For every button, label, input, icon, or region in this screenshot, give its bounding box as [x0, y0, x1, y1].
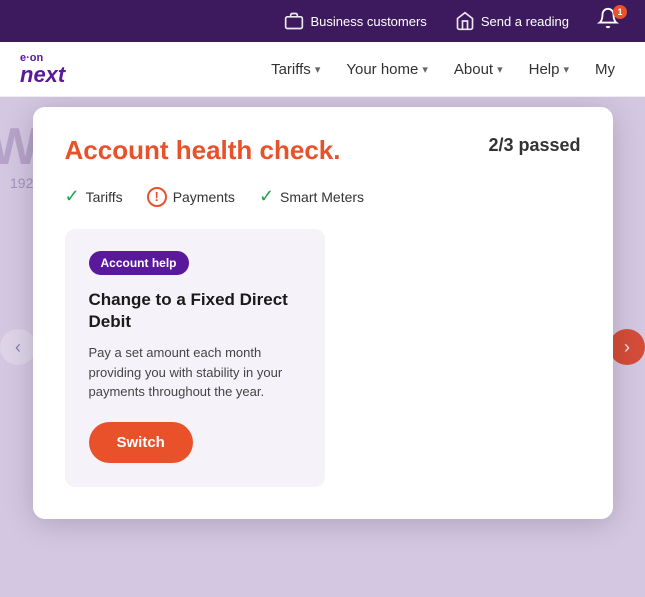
chevron-down-icon: ▾	[422, 63, 428, 76]
check-tariffs: ✓ Tariffs	[65, 186, 123, 207]
modal-header: Account health check. 2/3 passed	[65, 135, 581, 166]
briefcase-icon	[284, 11, 304, 31]
main-nav: e·on next Tariffs ▾ Your home ▾ About ▾ …	[0, 42, 645, 97]
send-reading-label: Send a reading	[481, 14, 569, 29]
card-tag: Account help	[89, 251, 189, 275]
check-payments-label: Payments	[173, 189, 235, 205]
check-smart-meters: ✓ Smart Meters	[259, 186, 364, 207]
business-customers-link[interactable]: Business customers	[284, 11, 426, 31]
logo-next: next	[20, 64, 65, 86]
modal-title: Account health check.	[65, 135, 341, 166]
nav-my-account[interactable]: My	[585, 55, 625, 84]
chevron-down-icon: ▾	[497, 63, 503, 76]
notification-bell[interactable]: 1	[597, 7, 625, 35]
nav-about[interactable]: About ▾	[444, 55, 513, 84]
check-payments: ! Payments	[147, 187, 235, 207]
modal-overlay: Account health check. 2/3 passed ✓ Tarif…	[0, 97, 645, 597]
modal-checks: ✓ Tariffs ! Payments ✓ Smart Meters	[65, 186, 581, 207]
card-title: Change to a Fixed Direct Debit	[89, 289, 301, 333]
check-pass-icon: ✓	[65, 186, 80, 207]
chevron-down-icon: ▾	[563, 63, 569, 76]
nav-your-home[interactable]: Your home ▾	[336, 55, 438, 84]
page-background: We 192 G... t paym payme ment is s after…	[0, 97, 645, 597]
check-smart-meters-label: Smart Meters	[280, 189, 364, 205]
meter-icon	[455, 11, 475, 31]
business-customers-label: Business customers	[310, 14, 426, 29]
check-tariffs-label: Tariffs	[86, 189, 123, 205]
chevron-down-icon: ▾	[315, 63, 321, 76]
notification-count: 1	[613, 5, 627, 19]
account-health-modal: Account health check. 2/3 passed ✓ Tarif…	[33, 107, 613, 519]
send-reading-link[interactable]: Send a reading	[455, 11, 569, 31]
top-bar: Business customers Send a reading 1	[0, 0, 645, 42]
nav-items: Tariffs ▾ Your home ▾ About ▾ Help ▾ My	[261, 55, 625, 84]
switch-button[interactable]: Switch	[89, 422, 193, 463]
nav-help[interactable]: Help ▾	[519, 55, 579, 84]
modal-score: 2/3 passed	[488, 135, 580, 156]
logo[interactable]: e·on next	[20, 53, 65, 86]
nav-tariffs[interactable]: Tariffs ▾	[261, 55, 330, 84]
account-help-card: Account help Change to a Fixed Direct De…	[65, 229, 325, 487]
card-description: Pay a set amount each month providing yo…	[89, 343, 301, 402]
check-warning-icon: !	[147, 187, 167, 207]
check-pass-icon-2: ✓	[259, 186, 274, 207]
